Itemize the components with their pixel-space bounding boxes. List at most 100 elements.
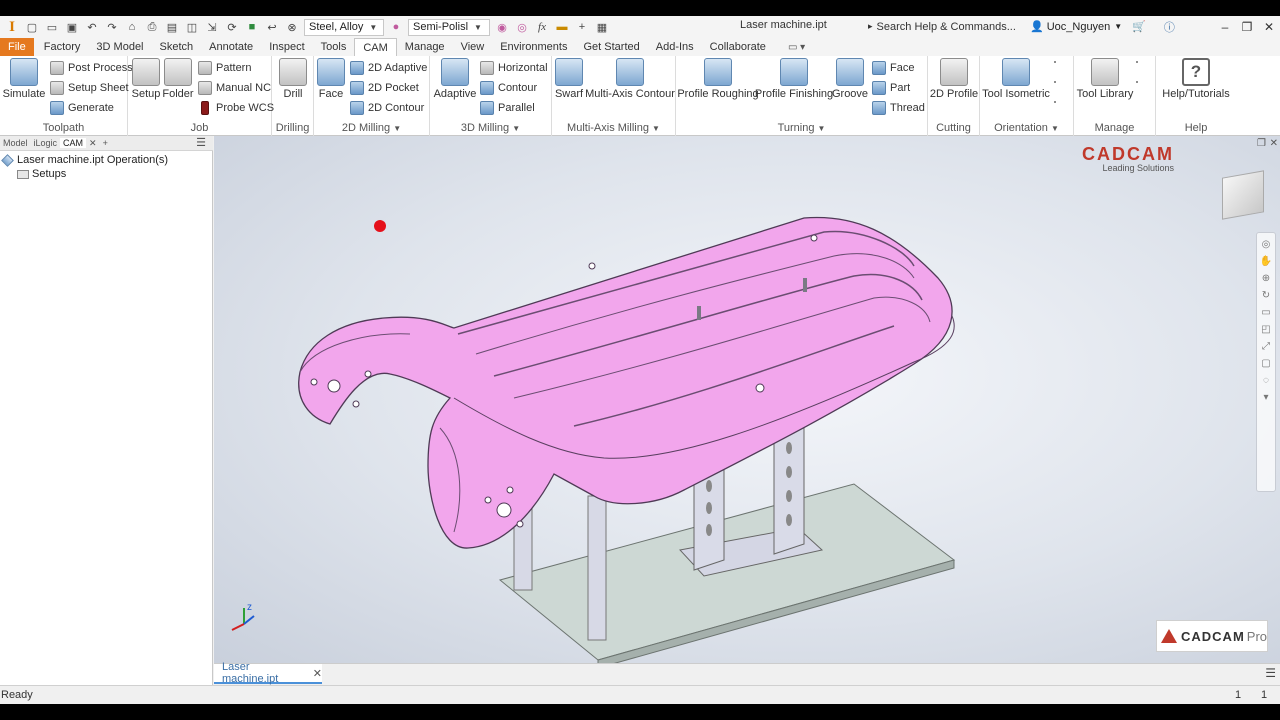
undo-icon[interactable]: ↶: [83, 19, 101, 35]
material-icon[interactable]: ⊗: [283, 19, 301, 35]
view-top-icon[interactable]: [1054, 61, 1056, 63]
add-tab-icon[interactable]: +: [100, 138, 111, 148]
appearance-adjust-icon[interactable]: ◉: [493, 19, 511, 35]
horizontal-button[interactable]: Horizontal: [480, 61, 548, 75]
tab-file[interactable]: File: [0, 38, 34, 56]
laser-machine-model[interactable]: z: [214, 136, 1280, 663]
material-dropdown[interactable]: Steel, Alloy ▼: [304, 18, 384, 36]
multi-axis-contour-button[interactable]: Multi-Axis Contour: [585, 58, 675, 100]
2d-contour-button[interactable]: 2D Contour: [350, 101, 424, 115]
manual-nc-button[interactable]: Manual NC: [198, 81, 271, 95]
inventor-logo-icon[interactable]: I: [2, 17, 22, 37]
redo-icon[interactable]: ↷: [103, 19, 121, 35]
document-tabs-menu-icon[interactable]: ☰: [1265, 666, 1276, 680]
tab-sketch[interactable]: Sketch: [152, 38, 202, 56]
simulate-button[interactable]: Simulate: [3, 58, 45, 100]
2d-adaptive-button[interactable]: 2D Adaptive: [350, 61, 427, 75]
nav-menu-icon[interactable]: ▾: [1263, 392, 1268, 403]
drill-button[interactable]: Drill: [278, 58, 308, 100]
zoom-all-icon[interactable]: ⤢: [1262, 341, 1270, 352]
steering-wheel-icon[interactable]: ◎: [1262, 239, 1271, 250]
contour-button[interactable]: Contour: [480, 81, 537, 95]
close-icon[interactable]: ✕: [313, 667, 322, 680]
tab-tools[interactable]: Tools: [313, 38, 355, 56]
tab-get-started[interactable]: Get Started: [575, 38, 647, 56]
measure-icon[interactable]: ◫: [183, 19, 201, 35]
adaptive-button[interactable]: Adaptive: [432, 58, 478, 100]
iproperties-icon[interactable]: ▤: [163, 19, 181, 35]
help-search-box[interactable]: ▸ Search Help & Commands...: [868, 18, 1028, 35]
manage-list-icon[interactable]: [1136, 61, 1138, 63]
tab-inspect[interactable]: Inspect: [261, 38, 312, 56]
tab-view[interactable]: View: [453, 38, 493, 56]
setup-sheet-button[interactable]: Setup Sheet: [50, 81, 129, 95]
pan-hand-icon[interactable]: ✋: [1260, 256, 1272, 267]
browser-tab-cam[interactable]: CAM: [60, 138, 87, 148]
clear-appearance-icon[interactable]: ◎: [513, 19, 531, 35]
manage-grid-icon[interactable]: [1136, 81, 1138, 83]
2d-milling-group-label[interactable]: 2D Milling ▼: [314, 122, 429, 134]
tab-environments[interactable]: Environments: [492, 38, 575, 56]
probe-wcs-button[interactable]: Probe WCS: [198, 101, 274, 115]
viewport-restore-icon[interactable]: ❐: [1257, 138, 1266, 149]
close-icon[interactable]: ✕: [1258, 20, 1280, 34]
generate-button[interactable]: Generate: [50, 101, 114, 115]
open-folder-icon[interactable]: ▭: [43, 19, 61, 35]
minimize-icon[interactable]: –: [1214, 20, 1236, 34]
orientation-group-label[interactable]: Orientation ▼: [980, 122, 1073, 134]
orbit-icon[interactable]: ↻: [1262, 290, 1270, 301]
tree-setups[interactable]: Setups: [17, 168, 66, 180]
2d-profile-button[interactable]: 2D Profile: [930, 58, 978, 100]
tab-manage[interactable]: Manage: [397, 38, 453, 56]
print-icon[interactable]: ⎙: [143, 19, 161, 35]
profile-finishing-button[interactable]: Profile Finishing: [755, 58, 833, 100]
tab-collaborate[interactable]: Collaborate: [702, 38, 774, 56]
update-icon[interactable]: ⟳: [223, 19, 241, 35]
browser-menu-icon[interactable]: ☰: [193, 136, 209, 149]
groove-button[interactable]: Groove: [832, 58, 868, 100]
post-process-button[interactable]: Post Process: [50, 61, 133, 75]
free-orbit-icon[interactable]: ◌: [1263, 375, 1269, 386]
ribbon-display-options[interactable]: ▭ ▾: [788, 38, 805, 56]
2d-pocket-button[interactable]: 2D Pocket: [350, 81, 419, 95]
save-icon[interactable]: ▣: [63, 19, 81, 35]
tab-cam[interactable]: CAM: [354, 38, 397, 56]
browser-tab-ilogic[interactable]: iLogic: [31, 138, 61, 148]
plus-icon[interactable]: +: [573, 19, 591, 35]
document-tab-laser-machine[interactable]: Laser machine.ipt ✕: [214, 661, 322, 685]
cart-icon[interactable]: 🛒: [1132, 20, 1146, 33]
tab-3d-model[interactable]: 3D Model: [88, 38, 151, 56]
thread-button[interactable]: Thread: [872, 101, 925, 115]
turning-group-label[interactable]: Turning ▼: [676, 122, 927, 134]
setup-button[interactable]: Setup: [131, 58, 161, 100]
appearance-ball-icon[interactable]: ●: [387, 19, 405, 35]
viewport-close-icon[interactable]: ✕: [1270, 138, 1278, 149]
select-icon[interactable]: ⇲: [203, 19, 221, 35]
appearance-dropdown[interactable]: Semi-Polisl ▼: [408, 18, 490, 36]
restore-icon[interactable]: ❐: [1236, 20, 1258, 34]
tool-isometric-button[interactable]: Tool Isometric: [982, 58, 1050, 100]
view-cube-icon[interactable]: [1222, 170, 1264, 220]
navigation-bar[interactable]: ◎ ✋ ⊕ ↻ ▭ ◰ ⤢ ▢ ◌ ▾: [1256, 232, 1276, 492]
tree-root-operations[interactable]: Laser machine.ipt Operation(s): [1, 153, 168, 167]
browser-tab-model[interactable]: Model: [0, 138, 31, 148]
ruler-icon[interactable]: ▬: [553, 19, 571, 35]
view-front-icon[interactable]: [1054, 81, 1056, 83]
user-account[interactable]: 👤 Uoc_Nguyen ▼ 🛒 ⓘ: [1030, 18, 1175, 35]
grid-icon[interactable]: ▦: [593, 19, 611, 35]
swarf-button[interactable]: Swarf: [554, 58, 584, 100]
parallel-button[interactable]: Parallel: [480, 101, 535, 115]
pattern-button[interactable]: Pattern: [198, 61, 251, 75]
parameters-fx-icon[interactable]: fx: [533, 19, 551, 35]
close-tab-icon[interactable]: ✕: [86, 138, 100, 149]
tool-library-button[interactable]: Tool Library: [1077, 58, 1133, 100]
tab-factory[interactable]: Factory: [36, 38, 89, 56]
part-button[interactable]: Part: [872, 81, 910, 95]
help-tutorials-button[interactable]: ? Help/Tutorials: [1162, 58, 1230, 100]
tab-annotate[interactable]: Annotate: [201, 38, 261, 56]
multi-axis-group-label[interactable]: Multi-Axis Milling ▼: [552, 122, 675, 134]
view-face-icon[interactable]: ▢: [1261, 358, 1270, 369]
turning-face-button[interactable]: Face: [872, 61, 914, 75]
face-button[interactable]: Face: [316, 58, 346, 100]
tab-add-ins[interactable]: Add-Ins: [648, 38, 702, 56]
